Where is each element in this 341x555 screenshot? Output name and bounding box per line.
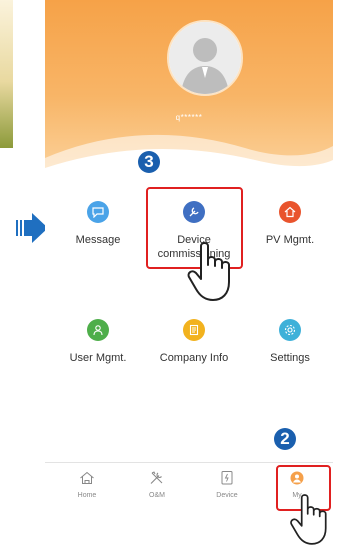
avatar[interactable] [167, 20, 243, 96]
tab-home[interactable]: Home [57, 471, 117, 499]
tab-label-device: Device [216, 492, 238, 499]
user-mgmt-icon [87, 319, 109, 341]
pointing-hand-icon [290, 494, 327, 545]
tools-icon [150, 471, 163, 484]
grid-item-pv-mgmt[interactable]: PV Mgmt. [242, 201, 333, 247]
grid-item-settings[interactable]: Settings [242, 319, 333, 365]
grid-item-company-info[interactable]: Company Info [146, 319, 242, 365]
grid-label-company-info: Company Info [159, 352, 229, 364]
device-icon [221, 471, 233, 485]
grid-item-user-mgmt[interactable]: User Mgmt. [50, 319, 146, 365]
home-icon [80, 471, 94, 484]
step-badge-3: 3 [138, 151, 160, 173]
username: q****** [175, 113, 203, 122]
header-wave [45, 134, 333, 182]
company-info-icon [183, 319, 205, 341]
grid-label-pv-mgmt: PV Mgmt. [265, 234, 315, 246]
tab-label-home: Home [77, 492, 97, 499]
settings-icon [279, 319, 301, 341]
previous-screen-fragment [0, 0, 13, 148]
grid-label-user-mgmt: User Mgmt. [69, 352, 127, 364]
step-badge-2: 2 [274, 428, 296, 450]
pv-mgmt-icon [279, 201, 301, 223]
tab-device[interactable]: Device [197, 471, 257, 499]
profile-header: q****** [45, 0, 333, 182]
grid-label-message: Message [75, 234, 121, 246]
grid-item-message[interactable]: Message [50, 201, 146, 247]
pointing-hand-icon [187, 242, 230, 301]
tab-om[interactable]: O&M [127, 471, 187, 499]
arrow-right-icon [16, 213, 48, 243]
tab-label-om: O&M [149, 492, 165, 499]
grid-label-settings: Settings [270, 352, 310, 364]
message-icon [87, 201, 109, 223]
user-avatar-icon [169, 22, 241, 94]
